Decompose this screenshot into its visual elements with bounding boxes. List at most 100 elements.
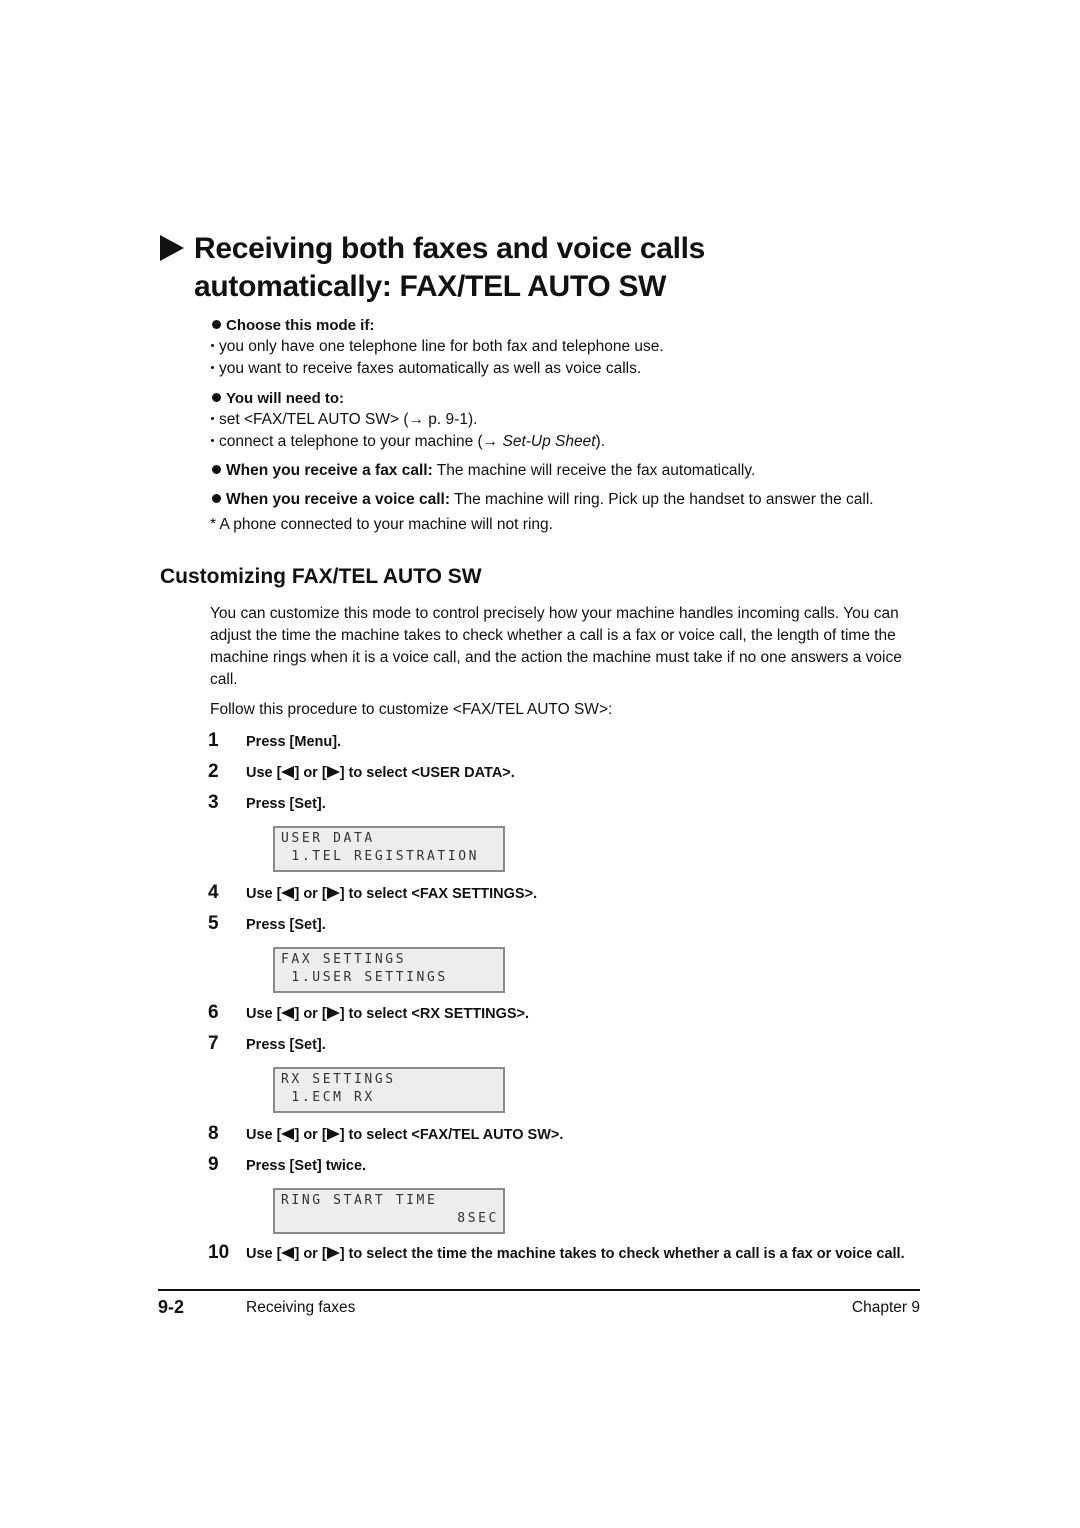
setup-sheet-reference: Set-Up Sheet: [502, 433, 596, 450]
footer-divider: [158, 1289, 920, 1291]
choose-heading: Choose this mode if:: [212, 316, 374, 336]
left-arrow-key-icon: [281, 1128, 295, 1140]
right-arrow-key-icon: [326, 887, 340, 899]
step-text: ] or [: [294, 1006, 327, 1022]
step-number: 6: [208, 1002, 219, 1023]
step-5: 5 Press [Set].: [208, 913, 326, 936]
step-text: Press [Set] twice.: [246, 1158, 367, 1174]
lcd-line-1: USER DATA: [281, 831, 375, 846]
list-item-text: ).: [595, 433, 606, 450]
left-arrow-key-icon: [281, 1247, 295, 1259]
fax-call-text: The machine will receive the fax automat…: [432, 462, 756, 479]
footnote: * A phone connected to your machine will…: [210, 516, 553, 533]
step-6: 6 Use [ ] or [ ] to select <RX SETTINGS>.: [208, 1002, 529, 1025]
lcd-line-1: FAX SETTINGS: [281, 952, 407, 967]
step-2: 2 Use [ ] or [ ] to select <USER DATA>.: [208, 761, 515, 784]
list-item-text: connect a telephone to your machine (→: [219, 433, 503, 450]
small-bullet-icon: [211, 366, 214, 369]
triangle-marker-icon: [160, 235, 184, 261]
section-heading: Customizing FAX/TEL AUTO SW: [160, 565, 482, 588]
right-arrow-key-icon: [326, 766, 340, 778]
voice-call-note: When you receive a voice call: The machi…: [212, 489, 874, 511]
list-item-text: you only have one telephone line for bot…: [219, 338, 664, 355]
step-text: Use [: [246, 1006, 282, 1022]
list-item: you only have one telephone line for bot…: [210, 336, 664, 358]
list-item: connect a telephone to your machine (→ S…: [210, 431, 605, 453]
step-number: 7: [208, 1033, 219, 1054]
step-text: ] to select the time the machine takes t…: [339, 1246, 905, 1262]
list-item-text: you want to receive faxes automatically …: [219, 360, 642, 377]
fax-call-note: When you receive a fax call: The machine…: [212, 460, 755, 482]
step-10: 10 Use [ ] or [ ] to select the time the m…: [208, 1242, 923, 1265]
small-bullet-icon: [211, 417, 214, 420]
bullet-icon: [212, 393, 221, 402]
step-text: Press [Set].: [246, 1037, 326, 1053]
step-text: Use [: [246, 1246, 282, 1262]
lcd-display: RING START TIME 8SEC: [273, 1188, 505, 1234]
step-text: ] to select <FAX/TEL AUTO SW>.: [339, 1127, 564, 1143]
fax-call-label: When you receive a fax call:: [226, 462, 433, 479]
step-text: ] to select <FAX SETTINGS>.: [339, 886, 538, 902]
step-4: 4 Use [ ] or [ ] to select <FAX SETTINGS>.: [208, 882, 537, 905]
step-text: ] or [: [294, 1246, 327, 1262]
step-7: 7 Press [Set].: [208, 1033, 326, 1056]
bullet-icon: [212, 320, 221, 329]
step-text: Use [: [246, 1127, 282, 1143]
lcd-line-1: RX SETTINGS: [281, 1072, 396, 1087]
list-item: you want to receive faxes automatically …: [210, 358, 641, 380]
step-text: Use [: [246, 765, 282, 781]
small-bullet-icon: [211, 344, 214, 347]
step-text: Press [Menu].: [246, 734, 342, 750]
step-number: 5: [208, 913, 219, 934]
title-line-2: automatically: FAX/TEL AUTO SW: [194, 270, 667, 303]
lcd-line-2: 1.USER SETTINGS: [281, 970, 448, 985]
lcd-display: FAX SETTINGS 1.USER SETTINGS: [273, 947, 505, 993]
lcd-line-2: 8SEC: [457, 1211, 499, 1226]
need-heading: You will need to:: [212, 389, 344, 409]
step-text: Press [Set].: [246, 917, 326, 933]
lcd-line-1: RING START TIME: [281, 1193, 438, 1208]
voice-call-text: The machine will ring. Pick up the hands…: [450, 491, 874, 508]
choose-heading-text: Choose this mode if:: [226, 317, 375, 334]
lcd-line-2: 1.TEL REGISTRATION: [281, 849, 480, 864]
step-text: Use [: [246, 886, 282, 902]
bullet-icon: [212, 465, 221, 474]
right-arrow-key-icon: [326, 1247, 340, 1259]
procedure-intro: Follow this procedure to customize <FAX/…: [210, 701, 613, 718]
footer-chapter: Chapter 9: [851, 1299, 920, 1316]
section-intro: You can customize this mode to control p…: [210, 605, 902, 688]
footer-section-title: Receiving faxes: [246, 1299, 356, 1316]
list-item: set <FAX/TEL AUTO SW> (→ p. 9-1).: [210, 409, 477, 431]
small-bullet-icon: [211, 439, 214, 442]
title-line-1: Receiving both faxes and voice calls: [194, 232, 706, 265]
step-8: 8 Use [ ] or [ ] to select <FAX/TEL AUTO SW…: [208, 1123, 563, 1146]
step-text: Press [Set].: [246, 796, 326, 812]
step-number: 8: [208, 1123, 219, 1144]
step-text: ] or [: [294, 886, 327, 902]
left-arrow-key-icon: [281, 766, 295, 778]
lcd-line-2: 1.ECM RX: [281, 1090, 375, 1105]
step-3: 3 Press [Set].: [208, 792, 326, 815]
right-arrow-key-icon: [326, 1007, 340, 1019]
left-arrow-key-icon: [281, 887, 295, 899]
page-title: Receiving both faxes and voice calls aut…: [160, 230, 705, 306]
step-text: ] or [: [294, 1127, 327, 1143]
step-9: 9 Press [Set] twice.: [208, 1154, 366, 1177]
step-text: ] or [: [294, 765, 327, 781]
lcd-display: RX SETTINGS 1.ECM RX: [273, 1067, 505, 1113]
step-text: ] to select <USER DATA>.: [339, 765, 515, 781]
step-number: 3: [208, 792, 219, 813]
list-item-text: set <FAX/TEL AUTO SW> (→ p. 9-1).: [219, 411, 478, 428]
step-text: ] to select <RX SETTINGS>.: [339, 1006, 530, 1022]
bullet-icon: [212, 494, 221, 503]
step-number: 2: [208, 761, 219, 782]
need-heading-text: You will need to:: [226, 390, 345, 407]
step-number: 4: [208, 882, 219, 903]
step-number: 10: [208, 1242, 230, 1263]
left-arrow-key-icon: [281, 1007, 295, 1019]
step-1: 1 Press [Menu].: [208, 730, 341, 753]
right-arrow-key-icon: [326, 1128, 340, 1140]
step-number: 1: [208, 730, 219, 751]
voice-call-label: When you receive a voice call:: [226, 491, 450, 508]
step-number: 9: [208, 1154, 219, 1175]
